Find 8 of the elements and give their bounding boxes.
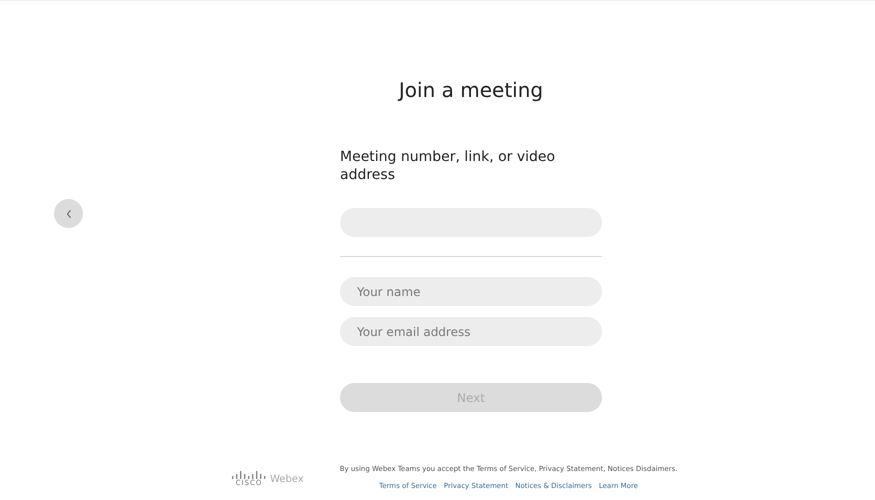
chevron-left-icon <box>66 208 72 218</box>
email-input-field[interactable]: Your email address <box>340 317 602 346</box>
cisco-bars-icon <box>232 471 266 479</box>
name-input-field[interactable]: Your name <box>340 277 602 306</box>
page-title: Join a meeting <box>398 78 544 102</box>
product-name: Webex <box>270 474 304 484</box>
field-label: Meeting number, link, or video address <box>340 148 556 184</box>
back-button[interactable] <box>54 199 83 228</box>
